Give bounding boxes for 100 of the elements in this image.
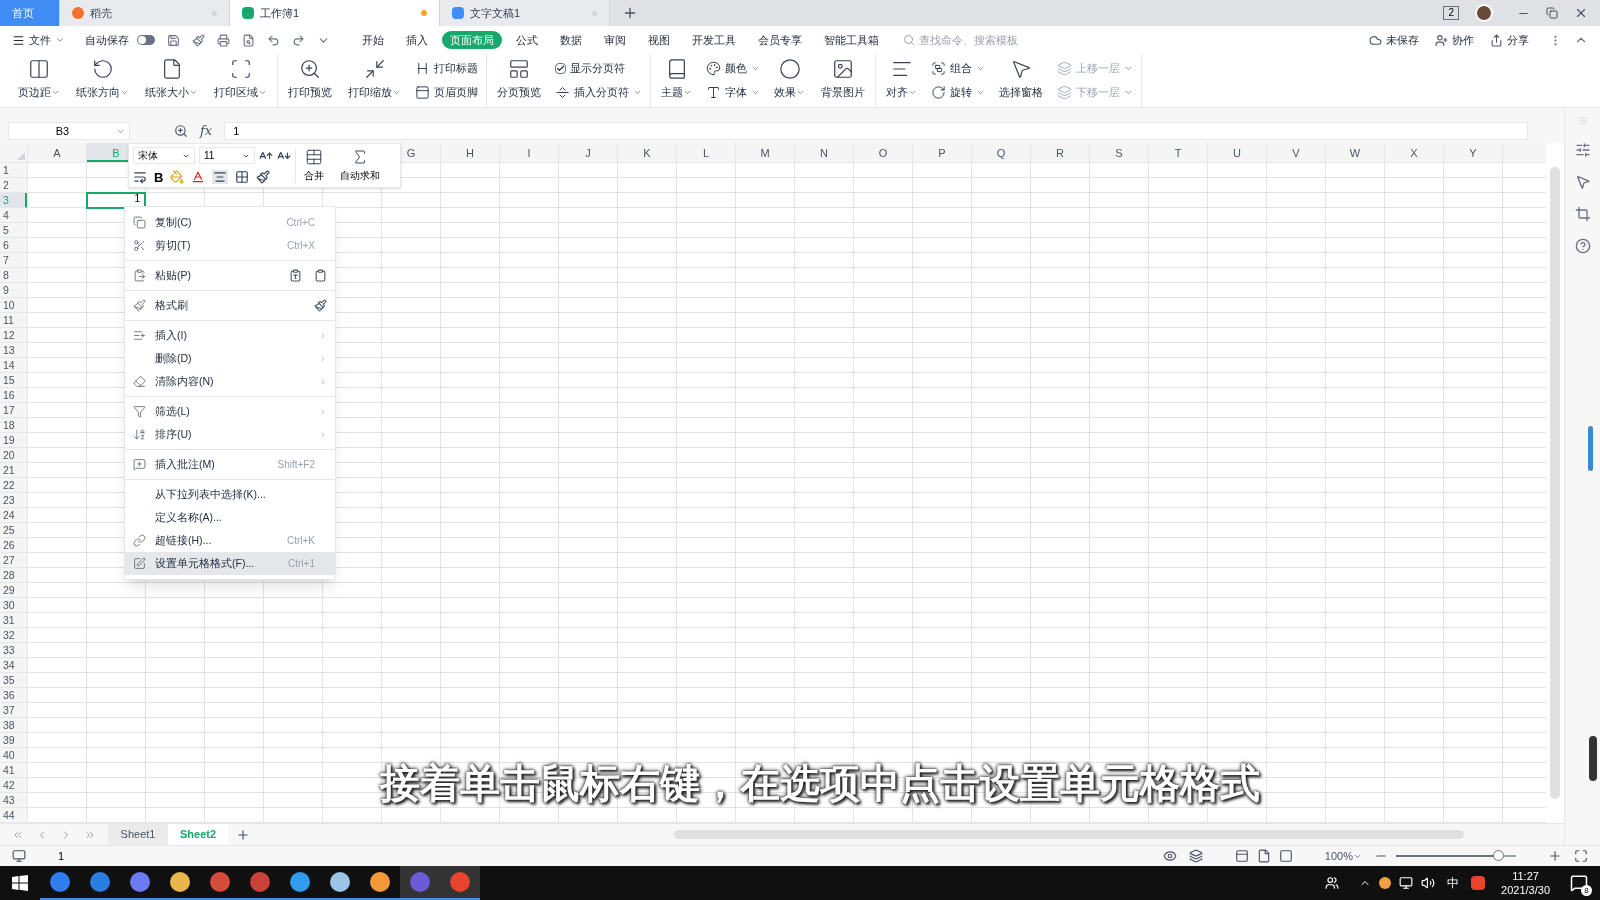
menu-tab[interactable]: 开始 (354, 31, 392, 49)
ribbon-button[interactable]: 对齐 (880, 58, 923, 101)
close-icon[interactable] (1574, 6, 1588, 20)
row-header[interactable]: 19 (0, 433, 27, 448)
volume-icon[interactable] (1421, 876, 1436, 890)
ribbon-button[interactable]: 背景图片 (815, 58, 871, 101)
function-button[interactable]: fx (200, 120, 213, 140)
column-header[interactable]: U (1208, 143, 1267, 162)
row-header[interactable]: 38 (0, 718, 27, 733)
settings-icon[interactable] (1574, 142, 1591, 158)
column-header[interactable]: S (1090, 143, 1149, 162)
redo-icon[interactable] (292, 33, 305, 47)
column-header[interactable]: M (736, 143, 795, 162)
column-header[interactable]: K (618, 143, 677, 162)
app-icon[interactable] (130, 872, 150, 892)
row-header[interactable]: 41 (0, 763, 27, 778)
name-box[interactable]: B3 (8, 122, 130, 140)
size-field[interactable]: 11 (199, 147, 255, 164)
row-header[interactable]: 35 (0, 673, 27, 688)
sheet-tab[interactable]: Sheet1 (108, 824, 168, 845)
ribbon-button[interactable]: 纸张大小 (139, 58, 204, 101)
undo-icon[interactable] (267, 33, 280, 47)
eye-icon[interactable] (1162, 849, 1177, 863)
column-header[interactable]: Q (972, 143, 1031, 162)
menu-tab[interactable]: 开发工具 (684, 31, 744, 49)
ribbon-button[interactable]: 字体 (706, 82, 760, 102)
row-header[interactable]: 22 (0, 478, 27, 493)
window-count[interactable]: 2 (1443, 6, 1459, 20)
menu-tab[interactable]: 公式 (508, 31, 546, 49)
row-header[interactable]: 33 (0, 643, 27, 658)
app-icon[interactable] (90, 872, 110, 892)
people-icon[interactable] (1325, 876, 1340, 890)
row-header[interactable]: 28 (0, 568, 27, 583)
row-header[interactable]: 16 (0, 388, 27, 403)
windows-start-icon[interactable] (12, 875, 28, 891)
search-field[interactable]: 查找命令、搜索模板 (903, 31, 1103, 49)
ribbon-button[interactable]: 打印预览 (282, 58, 338, 101)
ribbon-button[interactable]: 页边距 (12, 58, 66, 101)
menu-tab[interactable]: 数据 (552, 31, 590, 49)
ribbon-button[interactable]: 选择窗格 (993, 58, 1049, 101)
widget-icon[interactable] (1588, 736, 1597, 781)
menu-item[interactable]: 排序(U) (125, 423, 335, 446)
document-tab[interactable]: 工作簿1 (230, 0, 440, 26)
autosave-toggle[interactable] (137, 35, 155, 45)
crop-icon[interactable] (1574, 206, 1591, 222)
row-header[interactable]: 29 (0, 583, 27, 598)
restore-icon[interactable] (1546, 7, 1558, 19)
input-method[interactable]: 中 (1447, 874, 1460, 892)
row-header[interactable]: 20 (0, 448, 27, 463)
row-header[interactable]: 18 (0, 418, 27, 433)
menu-tab[interactable]: 审阅 (596, 31, 634, 49)
column-header[interactable]: Y (1444, 143, 1503, 162)
zoom-in-icon[interactable] (1548, 849, 1562, 863)
row-header[interactable]: 23 (0, 493, 27, 508)
ribbon-button[interactable]: 颜色 (706, 58, 760, 78)
layout-icon[interactable] (1188, 849, 1203, 863)
row-header[interactable]: 13 (0, 343, 27, 358)
document-tab[interactable]: 稻壳 (60, 0, 230, 26)
pointer-icon[interactable] (1574, 174, 1591, 190)
row-header[interactable]: 21 (0, 463, 27, 478)
paste-value-icon[interactable] (314, 269, 327, 282)
row-header[interactable]: 7 (0, 253, 27, 268)
ribbon-button[interactable]: 主题 (655, 58, 698, 101)
zoom-icon[interactable] (174, 124, 188, 138)
formula-field[interactable]: 1 (224, 122, 1528, 140)
menu-tab[interactable]: 插入 (398, 31, 436, 49)
new-tab-icon[interactable] (622, 5, 638, 21)
toolbar-link[interactable]: 协作 (1435, 31, 1474, 49)
toolbar-link[interactable]: 分享 (1490, 31, 1529, 49)
column-header[interactable]: O (854, 143, 913, 162)
row-header[interactable]: 14 (0, 358, 27, 373)
clock[interactable]: 11:27 2021/3/30 (1501, 869, 1550, 897)
column-header[interactable]: N (795, 143, 854, 162)
column-header[interactable]: X (1385, 143, 1444, 162)
macro-icon[interactable] (12, 849, 26, 863)
network-icon[interactable] (1399, 876, 1414, 890)
row-header[interactable]: 17 (0, 403, 27, 418)
border-icon[interactable] (235, 170, 250, 184)
row-header[interactable]: 43 (0, 793, 27, 808)
help-icon[interactable] (1574, 238, 1591, 254)
column-header[interactable]: J (559, 143, 618, 162)
row-header[interactable]: 1 (0, 163, 27, 178)
add-sheet-icon[interactable] (236, 827, 250, 842)
row-header[interactable]: 34 (0, 658, 27, 673)
vertical-scrollbar[interactable] (1550, 167, 1560, 799)
ribbon-button[interactable]: 旋转 (931, 82, 985, 102)
column-header[interactable]: I (500, 143, 559, 162)
sogou-icon[interactable] (1471, 876, 1486, 890)
row-header[interactable]: 6 (0, 238, 27, 253)
column-header[interactable]: P (913, 143, 972, 162)
ribbon-button[interactable]: 插入分页符 (555, 82, 642, 102)
wrap-icon[interactable] (133, 170, 147, 184)
print-icon[interactable] (217, 33, 230, 47)
row-header[interactable]: 40 (0, 748, 27, 763)
ribbon-button[interactable]: 分页预览 (491, 58, 547, 101)
ribbon-button[interactable]: 打印缩放 (342, 58, 407, 101)
menu-item[interactable]: 粘贴(P) (125, 264, 335, 287)
brush-icon[interactable] (192, 33, 205, 47)
avatar-icon[interactable] (1475, 4, 1493, 22)
ribbon-button[interactable]: 效果 (768, 58, 811, 101)
